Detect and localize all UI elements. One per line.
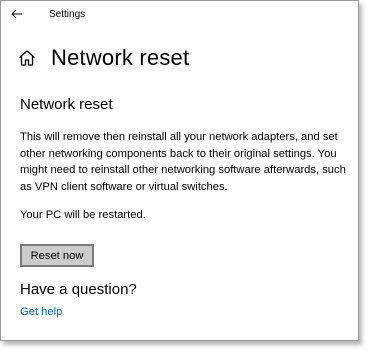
get-help-link[interactable]: Get help [20, 306, 62, 318]
help-heading: Have a question? [20, 281, 137, 298]
home-icon [17, 48, 37, 68]
page-header: Network reset [17, 42, 189, 74]
reset-now-button[interactable]: Reset now [20, 244, 94, 267]
page-title: Network reset [51, 45, 190, 70]
restart-note: Your PC will be restarted. [20, 209, 146, 221]
settings-window: Settings Network reset Network reset Thi… [0, 0, 359, 341]
reset-description: This will remove then reinstall all your… [20, 131, 346, 193]
title-bar: Settings [1, 1, 358, 29]
back-button[interactable] [5, 4, 29, 24]
back-arrow-icon [11, 9, 22, 19]
window-title: Settings [49, 9, 86, 20]
section-heading: Network reset [20, 96, 113, 113]
